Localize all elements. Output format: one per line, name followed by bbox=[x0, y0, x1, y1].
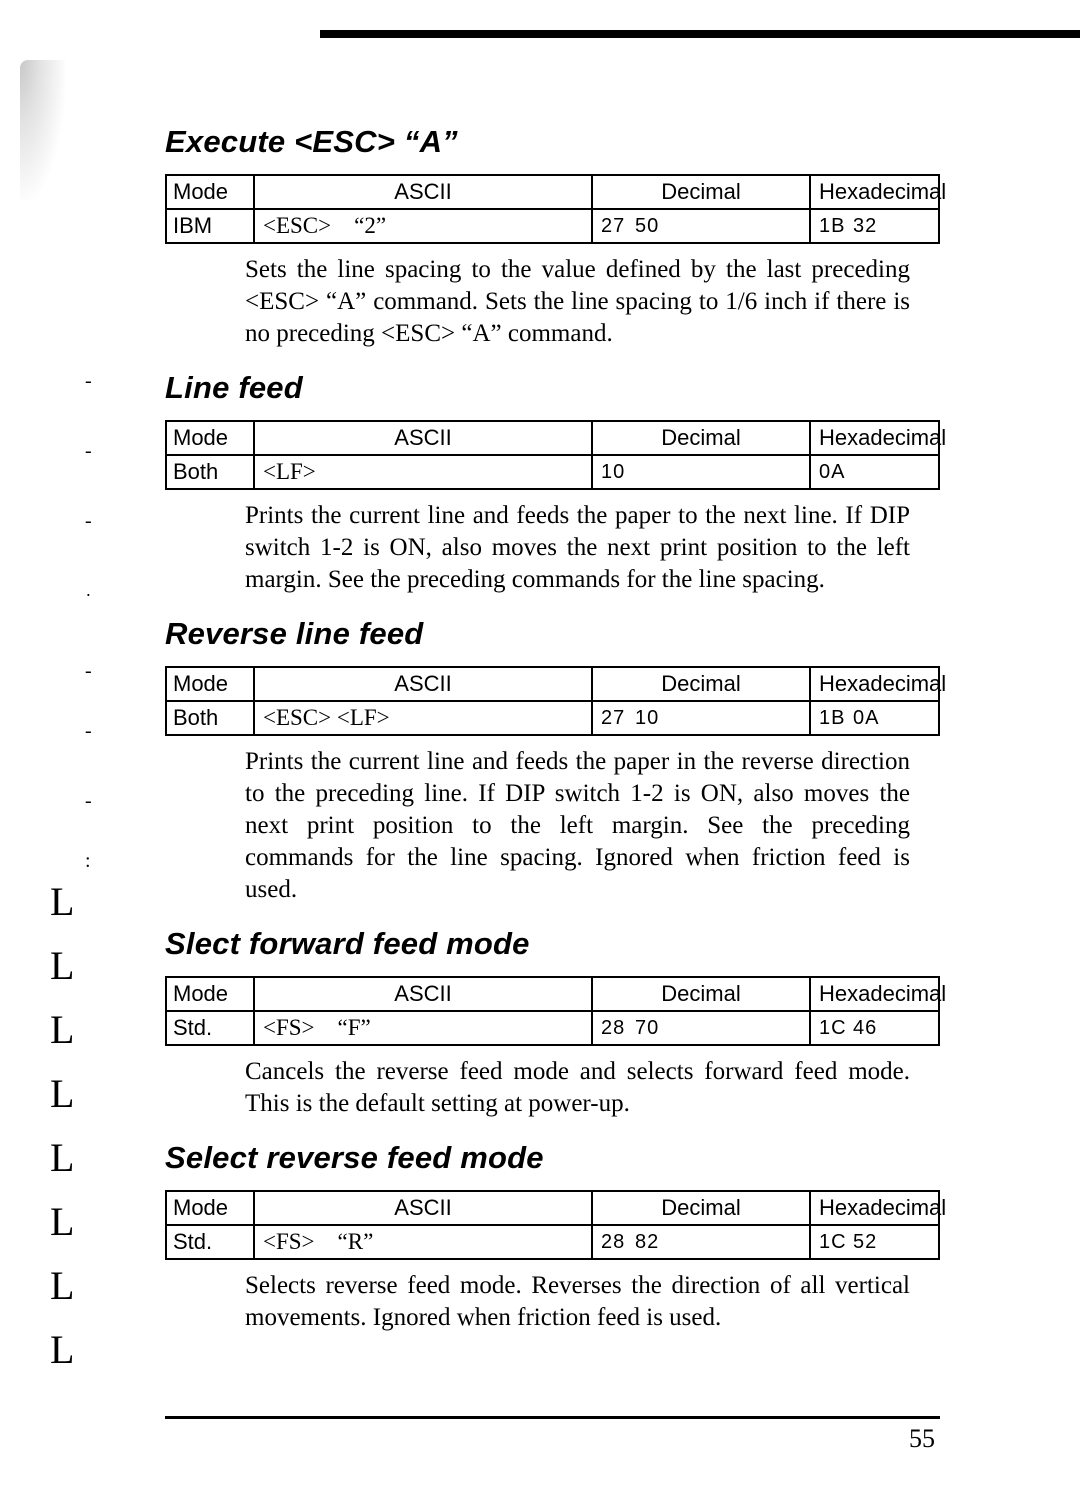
col-mode: Mode bbox=[166, 421, 254, 455]
page-number: 55 bbox=[909, 1424, 935, 1454]
cell-hex: 1C46 bbox=[810, 1011, 939, 1045]
table-header-row: Mode ASCII Decimal Hexadecimal bbox=[166, 977, 939, 1011]
col-ascii: ASCII bbox=[254, 1191, 592, 1225]
col-ascii: ASCII bbox=[254, 667, 592, 701]
col-mode: Mode bbox=[166, 667, 254, 701]
table-row: Std. <FS> “R” 2882 1C52 bbox=[166, 1225, 939, 1259]
table-row: Std. <FS> “F” 2870 1C46 bbox=[166, 1011, 939, 1045]
cmd-description: Selects reverse feed mode. Reverses the … bbox=[245, 1270, 910, 1334]
col-ascii: ASCII bbox=[254, 421, 592, 455]
cmd-description: Cancels the reverse feed mode and select… bbox=[245, 1056, 910, 1120]
cell-ascii: <LF> bbox=[254, 455, 592, 489]
cell-ascii: <FS> “F” bbox=[254, 1011, 592, 1045]
cell-hex: 0A bbox=[810, 455, 939, 489]
binding-tick: - bbox=[85, 370, 92, 393]
col-ascii: ASCII bbox=[254, 175, 592, 209]
table-header-row: Mode ASCII Decimal Hexadecimal bbox=[166, 175, 939, 209]
cmd-table: Mode ASCII Decimal Hexadecimal Std. <FS>… bbox=[165, 1190, 940, 1260]
cmd-table: Mode ASCII Decimal Hexadecimal Both <LF>… bbox=[165, 420, 940, 490]
cell-ascii: <ESC> <LF> bbox=[254, 701, 592, 735]
cmd-title: Select reverse feed mode bbox=[165, 1140, 940, 1176]
page-content: Execute <ESC> “A” Mode ASCII Decimal Hex… bbox=[165, 110, 940, 1354]
footer-rule bbox=[165, 1416, 940, 1419]
cmd-table: Mode ASCII Decimal Hexadecimal Both <ESC… bbox=[165, 666, 940, 736]
binding-tick: - bbox=[85, 790, 92, 813]
cell-ascii: <FS> “R” bbox=[254, 1225, 592, 1259]
cell-ascii: <ESC> “2” bbox=[254, 209, 592, 243]
table-header-row: Mode ASCII Decimal Hexadecimal bbox=[166, 421, 939, 455]
cell-hex: 1B32 bbox=[810, 209, 939, 243]
col-mode: Mode bbox=[166, 977, 254, 1011]
table-row: IBM <ESC> “2” 2750 1B32 bbox=[166, 209, 939, 243]
cell-hex: 1C52 bbox=[810, 1225, 939, 1259]
binding-tick: : bbox=[85, 850, 91, 873]
col-hex: Hexadecimal bbox=[810, 175, 939, 209]
col-decimal: Decimal bbox=[592, 421, 810, 455]
col-mode: Mode bbox=[166, 175, 254, 209]
binding-tick: - bbox=[85, 660, 92, 683]
col-decimal: Decimal bbox=[592, 667, 810, 701]
cell-hex: 1B0A bbox=[810, 701, 939, 735]
top-black-bar bbox=[320, 30, 1080, 38]
col-decimal: Decimal bbox=[592, 1191, 810, 1225]
col-hex: Hexadecimal bbox=[810, 977, 939, 1011]
cmd-description: Prints the current line and feeds the pa… bbox=[245, 746, 910, 906]
col-decimal: Decimal bbox=[592, 175, 810, 209]
col-decimal: Decimal bbox=[592, 977, 810, 1011]
cell-decimal: 10 bbox=[592, 455, 810, 489]
table-row: Both <ESC> <LF> 2710 1B0A bbox=[166, 701, 939, 735]
cell-decimal: 2710 bbox=[592, 701, 810, 735]
col-hex: Hexadecimal bbox=[810, 421, 939, 455]
cell-decimal: 2882 bbox=[592, 1225, 810, 1259]
table-header-row: Mode ASCII Decimal Hexadecimal bbox=[166, 1191, 939, 1225]
cmd-table: Mode ASCII Decimal Hexadecimal IBM <ESC>… bbox=[165, 174, 940, 244]
binding-tick: - bbox=[85, 440, 92, 463]
cell-mode: Std. bbox=[166, 1011, 254, 1045]
col-hex: Hexadecimal bbox=[810, 667, 939, 701]
binding-tick: - bbox=[85, 720, 92, 743]
binding-tick: ˙ bbox=[85, 590, 92, 613]
cmd-title: Execute <ESC> “A” bbox=[165, 124, 940, 160]
cell-decimal: 2870 bbox=[592, 1011, 810, 1045]
cell-mode: IBM bbox=[166, 209, 254, 243]
col-ascii: ASCII bbox=[254, 977, 592, 1011]
binding-tick: - bbox=[85, 510, 92, 533]
cmd-table: Mode ASCII Decimal Hexadecimal Std. <FS>… bbox=[165, 976, 940, 1046]
cell-decimal: 2750 bbox=[592, 209, 810, 243]
cmd-title: Slect forward feed mode bbox=[165, 926, 940, 962]
cell-mode: Both bbox=[166, 455, 254, 489]
cell-mode: Both bbox=[166, 701, 254, 735]
cmd-title: Line feed bbox=[165, 370, 940, 406]
cmd-title: Reverse line feed bbox=[165, 616, 940, 652]
cmd-description: Sets the line spacing to the value defin… bbox=[245, 254, 910, 350]
scan-shadow bbox=[20, 60, 65, 200]
binding-marks: LLLLLLLL bbox=[50, 870, 74, 1382]
col-hex: Hexadecimal bbox=[810, 1191, 939, 1225]
table-row: Both <LF> 10 0A bbox=[166, 455, 939, 489]
cell-mode: Std. bbox=[166, 1225, 254, 1259]
table-header-row: Mode ASCII Decimal Hexadecimal bbox=[166, 667, 939, 701]
col-mode: Mode bbox=[166, 1191, 254, 1225]
cmd-description: Prints the current line and feeds the pa… bbox=[245, 500, 910, 596]
